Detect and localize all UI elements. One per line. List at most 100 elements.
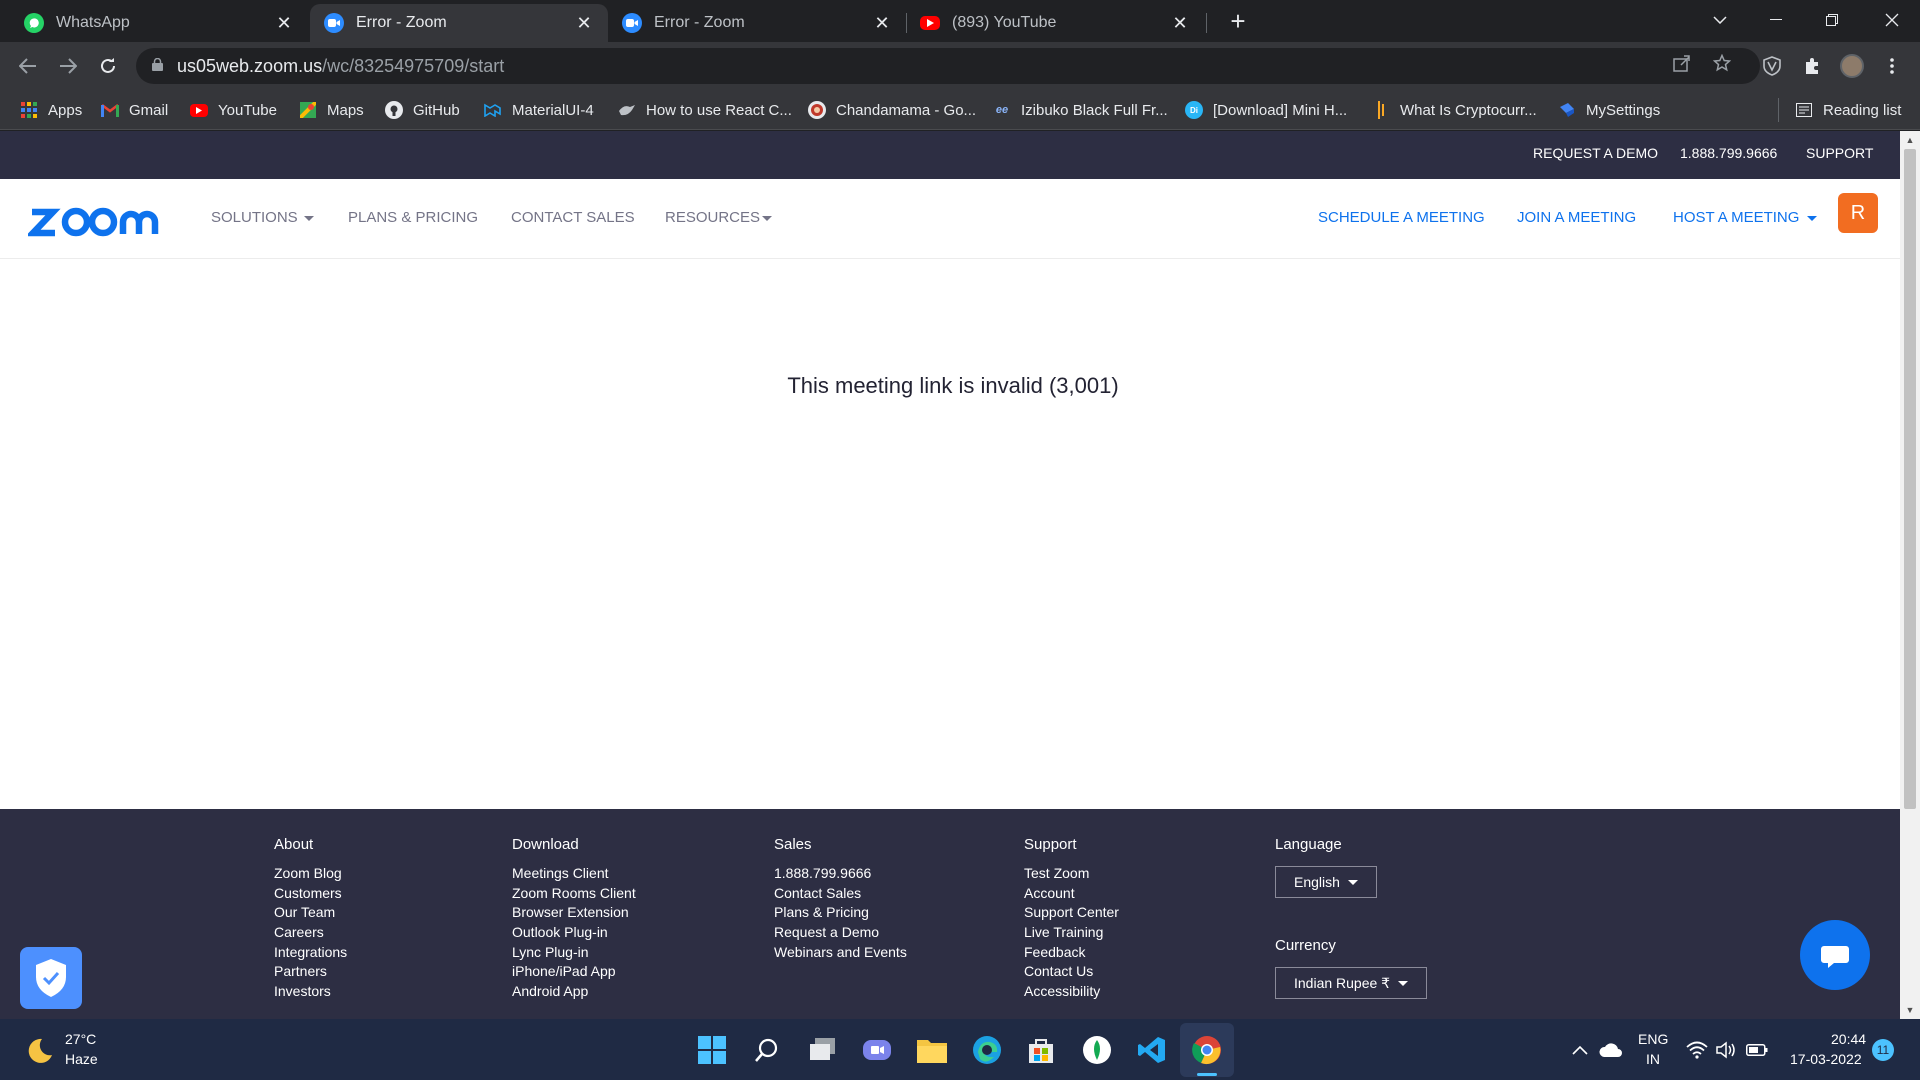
- bookmark-gmail[interactable]: Gmail: [101, 98, 168, 122]
- schedule-meeting-link[interactable]: SCHEDULE A MEETING: [1318, 209, 1485, 226]
- host-meeting-menu[interactable]: HOST A MEETING: [1673, 209, 1818, 226]
- footer-link[interactable]: Webinars and Events: [774, 944, 907, 960]
- minimize-button[interactable]: [1748, 0, 1804, 40]
- bookmark-chandamama[interactable]: Chandamama - Go...: [808, 98, 976, 122]
- reading-list-button[interactable]: Reading list: [1795, 98, 1901, 122]
- zoom-logo[interactable]: [25, 193, 170, 241]
- footer-link[interactable]: 1.888.799.9666: [774, 865, 871, 881]
- currency-select[interactable]: Indian Rupee ₹: [1275, 967, 1428, 999]
- footer-link[interactable]: Support Center: [1024, 904, 1119, 920]
- nav-plans-pricing[interactable]: PLANS & PRICING: [348, 209, 478, 226]
- search-button[interactable]: [750, 1033, 784, 1067]
- scroll-down-arrow-icon[interactable]: ▼: [1900, 1005, 1920, 1015]
- task-view-button[interactable]: [806, 1033, 840, 1067]
- restore-button[interactable]: [1804, 0, 1860, 40]
- weather-temp[interactable]: 27°C: [65, 1031, 96, 1047]
- new-tab-button[interactable]: +: [1222, 6, 1254, 38]
- back-button[interactable]: [12, 50, 44, 82]
- footer-link[interactable]: Our Team: [274, 904, 335, 920]
- file-explorer-button[interactable]: [915, 1033, 949, 1067]
- support-link[interactable]: SUPPORT: [1806, 145, 1873, 161]
- phone-link[interactable]: 1.888.799.9666: [1680, 145, 1777, 161]
- bookmark-youtube[interactable]: YouTube: [190, 98, 277, 122]
- reload-button[interactable]: [92, 50, 124, 82]
- close-icon[interactable]: ✕: [1170, 13, 1190, 34]
- weather-moon-icon[interactable]: [22, 1033, 56, 1067]
- nav-resources[interactable]: RESOURCES: [665, 209, 773, 226]
- forward-button[interactable]: [52, 50, 84, 82]
- start-button[interactable]: [695, 1033, 729, 1067]
- footer-link[interactable]: Plans & Pricing: [774, 904, 869, 920]
- input-language[interactable]: ENG: [1638, 1031, 1668, 1047]
- address-bar[interactable]: us05web.zoom.us/wc/83254975709/start: [136, 48, 1760, 84]
- join-meeting-link[interactable]: JOIN A MEETING: [1517, 209, 1636, 226]
- language-select[interactable]: English: [1275, 866, 1377, 898]
- footer-link[interactable]: Live Training: [1024, 924, 1103, 940]
- wifi-status[interactable]: [1682, 1033, 1712, 1067]
- tab-search-button[interactable]: [1692, 0, 1748, 40]
- footer-link[interactable]: Meetings Client: [512, 865, 609, 881]
- vscode-button[interactable]: [1135, 1033, 1169, 1067]
- notification-badge[interactable]: 11: [1872, 1039, 1894, 1061]
- tab-youtube[interactable]: (893) YouTube ✕: [906, 4, 1204, 42]
- tab-error-zoom-active[interactable]: Error - Zoom ✕: [310, 4, 608, 42]
- footer-link[interactable]: Account: [1024, 885, 1075, 901]
- footer-link[interactable]: Zoom Blog: [274, 865, 342, 881]
- bookmark-download-mini[interactable]: Di [Download] Mini H...: [1185, 98, 1347, 122]
- footer-link[interactable]: Request a Demo: [774, 924, 879, 940]
- page-scrollbar[interactable]: ▲ ▼: [1900, 131, 1920, 1019]
- extension-shield-button[interactable]: [1756, 50, 1788, 82]
- footer-link[interactable]: Feedback: [1024, 944, 1085, 960]
- bookmark-izibuko[interactable]: ee Izibuko Black Full Fr...: [993, 98, 1168, 122]
- bookmark-maps[interactable]: Maps: [299, 98, 364, 122]
- nav-solutions[interactable]: SOLUTIONS: [211, 209, 314, 226]
- chrome-button[interactable]: [1180, 1023, 1234, 1077]
- mongodb-button[interactable]: [1080, 1033, 1114, 1067]
- weather-desc[interactable]: Haze: [65, 1051, 98, 1067]
- footer-link[interactable]: Investors: [274, 983, 331, 999]
- star-icon[interactable]: [1710, 53, 1734, 78]
- close-icon[interactable]: ✕: [872, 13, 892, 34]
- battery-status[interactable]: [1742, 1033, 1772, 1067]
- close-icon[interactable]: ✕: [574, 13, 594, 34]
- extensions-button[interactable]: [1796, 50, 1828, 82]
- footer-link[interactable]: Test Zoom: [1024, 865, 1089, 881]
- url-text[interactable]: us05web.zoom.us/wc/83254975709/start: [177, 56, 504, 77]
- bookmark-cryptocurrency[interactable]: What Is Cryptocurr...: [1372, 98, 1537, 122]
- volume-status[interactable]: [1712, 1033, 1742, 1067]
- footer-link[interactable]: Android App: [512, 983, 588, 999]
- footer-link[interactable]: Lync Plug-in: [512, 944, 589, 960]
- show-hidden-icons-button[interactable]: [1565, 1033, 1595, 1067]
- user-avatar[interactable]: R: [1838, 193, 1878, 233]
- menu-button[interactable]: [1876, 50, 1908, 82]
- tab-whatsapp[interactable]: WhatsApp ✕: [10, 4, 308, 42]
- footer-link[interactable]: Accessibility: [1024, 983, 1100, 999]
- request-demo-link[interactable]: REQUEST A DEMO: [1533, 145, 1658, 161]
- footer-link[interactable]: Partners: [274, 963, 327, 979]
- bookmark-materialui[interactable]: MaterialUI-4: [484, 98, 594, 122]
- clock-date[interactable]: 17-03-2022: [1790, 1051, 1862, 1067]
- clock-time[interactable]: 20:44: [1831, 1031, 1866, 1047]
- bookmark-react-c[interactable]: How to use React C...: [618, 98, 792, 122]
- bookmark-mysettings[interactable]: MySettings: [1558, 98, 1660, 122]
- share-icon[interactable]: [1670, 54, 1694, 78]
- close-window-button[interactable]: [1864, 0, 1920, 40]
- footer-link[interactable]: Outlook Plug-in: [512, 924, 608, 940]
- close-icon[interactable]: ✕: [274, 13, 294, 34]
- bookmark-github[interactable]: GitHub: [385, 98, 460, 122]
- footer-link[interactable]: Contact Sales: [774, 885, 861, 901]
- nav-contact-sales[interactable]: CONTACT SALES: [511, 209, 635, 226]
- microsoft-store-button[interactable]: [1024, 1033, 1058, 1067]
- footer-link[interactable]: Careers: [274, 924, 324, 940]
- footer-link[interactable]: Contact Us: [1024, 963, 1093, 979]
- edge-button[interactable]: [970, 1033, 1004, 1067]
- tab-error-zoom[interactable]: Error - Zoom ✕: [608, 4, 906, 42]
- bookmark-apps[interactable]: Apps: [20, 98, 82, 122]
- footer-link[interactable]: iPhone/iPad App: [512, 963, 616, 979]
- footer-link[interactable]: Customers: [274, 885, 342, 901]
- footer-link[interactable]: Zoom Rooms Client: [512, 885, 636, 901]
- teams-chat-button[interactable]: [860, 1033, 894, 1067]
- input-region[interactable]: IN: [1646, 1051, 1660, 1067]
- chat-button[interactable]: [1800, 920, 1870, 990]
- onedrive-button[interactable]: [1596, 1033, 1626, 1067]
